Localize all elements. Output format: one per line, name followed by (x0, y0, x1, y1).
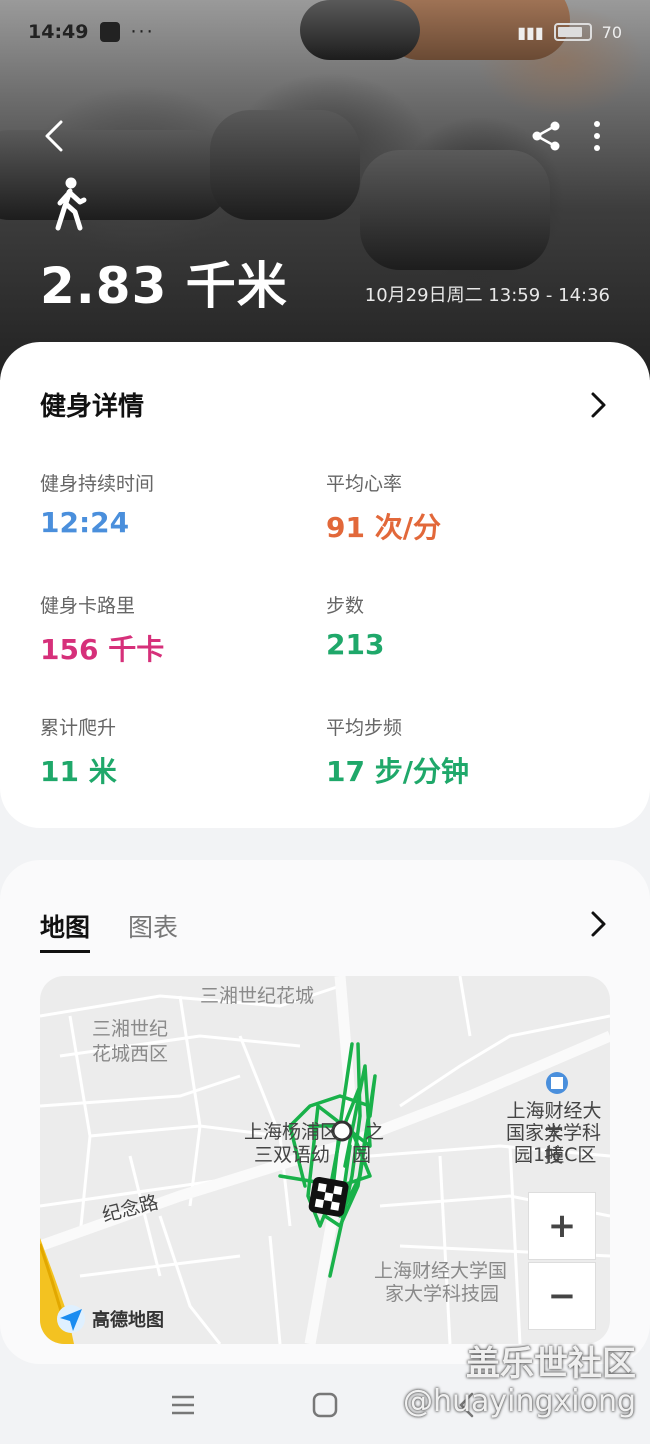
battery-level: 70 (601, 22, 622, 42)
tab-chart[interactable]: 图表 (128, 908, 178, 944)
dumbbell-image (210, 110, 360, 220)
more-notifications-icon: ··· (130, 21, 155, 43)
stat-steps: 步数 213 (326, 591, 384, 661)
stat-value: 156 千卡 (40, 633, 165, 666)
stat-value: 12:24 (40, 506, 130, 539)
hero-banner: 14:49 ··· ▮▮▮ 70 2.83 千米 10月29日周二 13:59 … (0, 0, 650, 380)
details-title: 健身详情 (40, 392, 145, 422)
map-label: 三湘世纪 (92, 1018, 169, 1040)
workout-distance: 2.83 千米 (40, 257, 288, 315)
battery-icon (553, 23, 592, 41)
stat-label: 步数 (326, 595, 365, 617)
map-label: 园 (352, 1144, 372, 1166)
zoom-in-button[interactable]: + (528, 1192, 596, 1260)
stat-label: 健身卡路里 (40, 595, 136, 617)
stat-elevation-gain: 累计爬升 11 米 (40, 713, 117, 790)
stat-cadence: 平均步频 17 步/分钟 (326, 713, 469, 790)
amap-logo-icon (57, 1305, 85, 1333)
chevron-left-icon (45, 120, 63, 152)
home-icon[interactable] (310, 1390, 340, 1420)
map-label: 花城西区 (92, 1043, 169, 1065)
map-label: 上海财经大学国 (374, 1260, 508, 1282)
fitness-details-card: 健身详情 健身持续时间 12:24 平均心率 91 次/分 健身卡路里 156 … (0, 342, 650, 828)
signal-icon: ▮▮▮ (517, 22, 544, 42)
status-time: 14:49 (28, 21, 89, 43)
map-label: 之 (365, 1121, 385, 1143)
stat-duration: 健身持续时间 12:24 (40, 469, 154, 539)
back-button[interactable] (34, 116, 74, 156)
status-icons: ▮▮▮ 70 (517, 23, 622, 42)
status-bar: 14:49 ··· ▮▮▮ 70 (0, 0, 650, 64)
stat-value: 213 (326, 628, 385, 661)
walking-icon (55, 177, 87, 231)
route-map[interactable]: 三湘世纪花城 三湘世纪 花城西区 上海杨浦区 之 三双语幼 园 纪念路 上海财经… (40, 976, 610, 1344)
stat-label: 平均心率 (326, 473, 403, 495)
zoom-out-button[interactable]: − (528, 1262, 596, 1330)
dumbbell-image (360, 150, 550, 270)
stat-calories: 健身卡路里 156 千卡 (40, 591, 164, 668)
tab-map[interactable]: 地图 (40, 908, 91, 953)
stat-value: 91 次/分 (326, 511, 441, 544)
stat-label: 累计爬升 (40, 717, 117, 739)
stat-value: 17 步/分钟 (326, 755, 469, 788)
chevron-right-icon[interactable] (588, 910, 608, 938)
provider-name: 高德地图 (92, 1310, 164, 1331)
notification-icon (100, 22, 121, 42)
stat-label: 平均步频 (326, 717, 403, 739)
watermark-text: 盖乐世社区 (466, 1344, 636, 1384)
stat-heart-rate: 平均心率 91 次/分 (326, 469, 441, 546)
share-icon[interactable] (528, 118, 564, 154)
map-label: 三湘世纪花城 (200, 985, 315, 1007)
map-card: 地图 图表 三湘世纪花城 三湘世纪 花城西区 上海杨浦区 之 三双语幼 园 纪念… (0, 860, 650, 1364)
map-label: 园1幢C区 (514, 1144, 597, 1166)
chevron-right-icon[interactable] (588, 391, 608, 419)
stat-label: 健身持续时间 (40, 473, 155, 495)
workout-datetime: 10月29日周二 13:59 - 14:36 (364, 285, 610, 306)
map-label: 三双语幼 (254, 1144, 331, 1166)
recent-apps-icon[interactable] (168, 1390, 198, 1420)
watermark-handle: @huayingxiong (402, 1384, 636, 1419)
map-label: 家大学科技园 (385, 1283, 500, 1305)
more-options-icon[interactable] (582, 118, 612, 154)
map-label: 上海杨浦区 (244, 1121, 340, 1143)
map-provider-logo: 高德地图 (56, 1304, 164, 1334)
stat-value: 11 米 (40, 755, 117, 788)
